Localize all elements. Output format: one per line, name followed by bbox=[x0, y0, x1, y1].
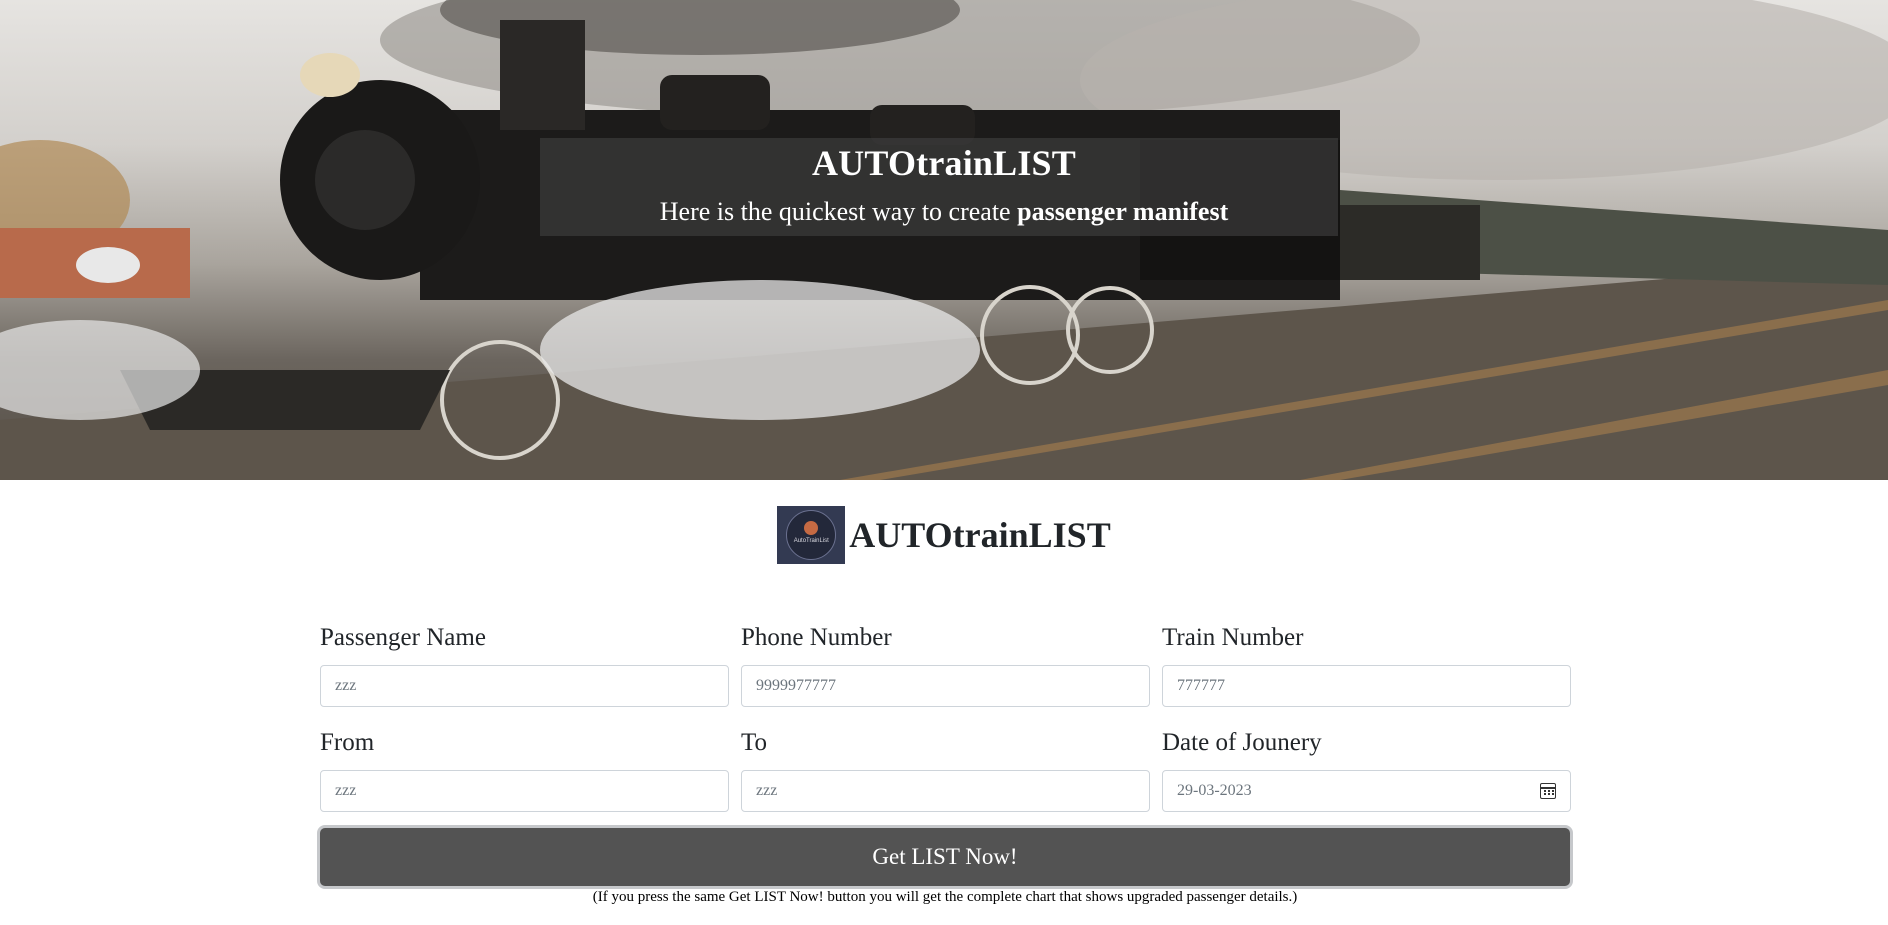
brand-header: AutoTrainList AUTOtrainLIST bbox=[0, 505, 1888, 565]
button-note: (If you press the same Get LIST Now! but… bbox=[592, 889, 1298, 905]
logo-text: AutoTrainList bbox=[793, 537, 829, 544]
date-of-journey-label: Date of Jounery bbox=[1162, 729, 1322, 756]
passenger-name-label: Passenger Name bbox=[320, 624, 486, 651]
passenger-form: Passenger Name zzz Phone Number 99999777… bbox=[320, 618, 1571, 906]
hero-banner-image: AUTOtrainLIST Here is the quickest way t… bbox=[0, 0, 1888, 480]
phone-number-placeholder: 9999977777 bbox=[756, 677, 836, 694]
passenger-name-placeholder: zzz bbox=[335, 677, 357, 694]
from-field: From zzz bbox=[320, 723, 729, 812]
from-placeholder: zzz bbox=[335, 782, 357, 799]
get-list-button[interactable]: Get LIST Now! bbox=[320, 828, 1570, 886]
logo-mark-icon bbox=[804, 520, 819, 535]
to-label: To bbox=[741, 729, 768, 756]
train-number-field: Train Number 777777 bbox=[1162, 618, 1571, 707]
steam-train-image bbox=[0, 0, 1888, 480]
logo-emblem: AutoTrainList bbox=[786, 510, 837, 560]
train-number-label: Train Number bbox=[1162, 624, 1304, 651]
to-field: To zzz bbox=[741, 723, 1150, 812]
from-input[interactable]: zzz bbox=[320, 770, 729, 812]
hero-subtitle-emphasis: passenger manifest bbox=[1017, 197, 1229, 226]
phone-number-label: Phone Number bbox=[741, 624, 892, 651]
hero-title: AUTOtrainLIST bbox=[811, 143, 1076, 183]
form-row-1: Passenger Name zzz Phone Number 99999777… bbox=[320, 618, 1571, 707]
to-input[interactable]: zzz bbox=[741, 770, 1150, 812]
brand-logo: AutoTrainList bbox=[777, 506, 846, 564]
to-placeholder: zzz bbox=[756, 782, 778, 799]
train-number-input[interactable]: 777777 bbox=[1162, 665, 1571, 707]
form-row-2: From zzz To zzz Date of Jounery 29-03-20… bbox=[320, 723, 1571, 812]
hero-subtitle-text: Here is the quickest way to create bbox=[659, 197, 1018, 226]
phone-number-input[interactable]: 9999977777 bbox=[741, 665, 1150, 707]
passenger-name-field: Passenger Name zzz bbox=[320, 618, 729, 707]
hero-subtitle: Here is the quickest way to create passe… bbox=[0, 197, 1888, 227]
date-of-journey-input[interactable]: 29-03-2023 bbox=[1162, 770, 1571, 812]
train-number-placeholder: 777777 bbox=[1177, 677, 1225, 694]
phone-number-field: Phone Number 9999977777 bbox=[741, 618, 1150, 707]
passenger-name-input[interactable]: zzz bbox=[320, 665, 729, 707]
brand-title: AUTOtrainLIST bbox=[849, 515, 1111, 555]
date-of-journey-field: Date of Jounery 29-03-2023 bbox=[1162, 723, 1571, 812]
calendar-icon[interactable] bbox=[1540, 783, 1556, 799]
date-of-journey-value: 29-03-2023 bbox=[1177, 782, 1252, 799]
from-label: From bbox=[320, 729, 375, 756]
